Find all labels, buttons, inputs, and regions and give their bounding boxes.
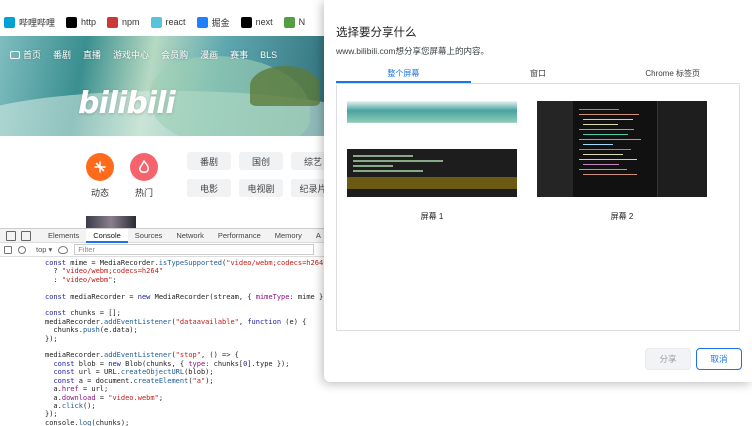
- screen-1-thumbnail[interactable]: [347, 101, 517, 197]
- nav-item-5[interactable]: 漫画: [200, 48, 218, 61]
- juejin-icon: [196, 16, 208, 28]
- screen-2-label: 屏幕 2: [610, 212, 634, 221]
- screen-root: { "bookmarks": [ {"label": "哔哩哔哩", "icon…: [0, 0, 752, 426]
- console-filter-input[interactable]: Filter: [74, 244, 315, 255]
- screen-1-label: 屏幕 1: [420, 212, 444, 221]
- dynamic-icon: [94, 161, 106, 173]
- next-icon: [240, 16, 252, 28]
- nav-item-label: 首页: [23, 50, 42, 60]
- bilibili-nav: 首页 番剧 直播 游戏中心 会员购 漫画 赛事 BLS: [0, 48, 330, 61]
- devtools-tabbar: Elements Console Sources Network Performance…: [0, 228, 330, 243]
- inspect-icon[interactable]: [6, 230, 16, 241]
- context-selector[interactable]: top ▾: [36, 245, 52, 254]
- category-tv[interactable]: 电视剧: [239, 179, 283, 197]
- home-tv-icon: [10, 51, 20, 59]
- node-icon: [283, 16, 295, 28]
- fire-icon: [139, 160, 149, 173]
- cancel-button[interactable]: 取消: [696, 348, 742, 370]
- bookmark-5[interactable]: next: [240, 16, 273, 28]
- dynamic-label: 动态: [90, 188, 109, 198]
- bookmarks-bar: 哔哩哔哩 http npm react 掘金 next N: [0, 10, 340, 34]
- bookmark-label: N: [298, 17, 306, 27]
- nav-item-2[interactable]: 直播: [83, 48, 101, 61]
- bookmark-label: 掘金: [211, 17, 230, 28]
- sidebar-toggle-icon[interactable]: [4, 245, 12, 254]
- dynamic-button[interactable]: [86, 153, 114, 181]
- nav-item-7[interactable]: BLS: [260, 50, 277, 60]
- console-code: const mime = MediaRecorder.isTypeSupport…: [45, 259, 332, 426]
- devtools-tab-4[interactable]: Performance: [211, 229, 268, 243]
- bookmark-6[interactable]: N: [283, 16, 306, 28]
- bookmark-4[interactable]: 掘金: [196, 16, 230, 29]
- devtools-tab-3[interactable]: Network: [169, 229, 211, 243]
- bookmark-label: http: [81, 17, 97, 27]
- devtools-tab-5[interactable]: Memory: [268, 229, 309, 243]
- screen-1-browser-area: [347, 101, 517, 149]
- nav-item-3[interactable]: 游戏中心: [113, 48, 149, 61]
- clear-console-icon[interactable]: [18, 245, 26, 254]
- bookmark-1[interactable]: http: [66, 16, 97, 28]
- bookmark-label: npm: [122, 17, 140, 27]
- nav-item-6[interactable]: 赛事: [230, 48, 248, 61]
- npm-icon: [107, 16, 119, 28]
- bookmark-label: 哔哩哔哩: [19, 17, 56, 28]
- category-movie[interactable]: 电影: [187, 179, 231, 197]
- screen-2-sidebar: [537, 101, 573, 197]
- banner-island: [250, 66, 320, 106]
- nav-item-label: 漫画: [200, 50, 219, 60]
- share-button[interactable]: 分享: [645, 348, 691, 370]
- bilibili-tv-icon: [4, 16, 15, 28]
- react-icon: [150, 16, 162, 28]
- nav-item-1[interactable]: 番剧: [53, 48, 71, 61]
- eye-icon[interactable]: [58, 245, 69, 254]
- tab-entire-screen[interactable]: 整个屏幕: [336, 66, 471, 83]
- hot-button[interactable]: [130, 153, 158, 181]
- nav-item-label: 番剧: [53, 50, 72, 60]
- screen-picker-panel: 屏幕 1 屏幕 2: [336, 85, 740, 331]
- tab-chrome-tab[interactable]: Chrome 标签页: [605, 66, 740, 83]
- screen-1-devtools-area: [347, 149, 517, 197]
- screen-share-dialog: 选择要分享什么 www.bilibili.com想分享您屏幕上的内容。 整个屏幕…: [324, 0, 752, 382]
- share-source-tabs: 整个屏幕 窗口 Chrome 标签页: [336, 66, 740, 84]
- screen-2-side-panel: [657, 101, 707, 197]
- device-toolbar-icon[interactable]: [21, 230, 31, 241]
- bilibili-logo[interactable]: bilibili: [78, 86, 176, 121]
- nav-item-0[interactable]: 首页: [10, 48, 41, 61]
- screen-1-warning-strip: [347, 177, 517, 189]
- dialog-subtitle: www.bilibili.com想分享您屏幕上的内容。: [336, 46, 490, 56]
- screen-2-thumbnail[interactable]: [537, 101, 707, 197]
- devtools-tab-0[interactable]: Elements: [41, 229, 86, 243]
- nav-item-label: 会员购: [161, 50, 189, 60]
- nav-item-label: 赛事: [230, 50, 249, 60]
- dialog-title: 选择要分享什么: [336, 27, 417, 39]
- category-bangumi[interactable]: 番剧: [187, 152, 231, 170]
- tab-window[interactable]: 窗口: [471, 66, 606, 83]
- devtools-panel: Elements Console Sources Network Performance…: [0, 228, 332, 426]
- devtools-tab-2[interactable]: Sources: [128, 229, 170, 243]
- bilibili-banner: 首页 番剧 直播 游戏中心 会员购 漫画 赛事 BLS bilibili: [0, 36, 330, 136]
- bookmark-3[interactable]: react: [150, 16, 186, 28]
- nav-item-label: 游戏中心: [113, 50, 150, 60]
- bookmark-label: next: [255, 17, 273, 27]
- console-toolbar: top ▾ Filter: [0, 243, 330, 257]
- bookmark-2[interactable]: npm: [107, 16, 140, 28]
- nav-item-label: BLS: [260, 49, 278, 60]
- bookmark-label: react: [165, 17, 186, 27]
- nav-item-4[interactable]: 会员购: [161, 48, 188, 61]
- mdn-icon: [66, 16, 78, 28]
- hot-label: 热门: [134, 188, 153, 198]
- devtools-tab-1[interactable]: Console: [86, 228, 128, 243]
- bookmark-0[interactable]: 哔哩哔哩: [4, 16, 55, 29]
- category-guochuang[interactable]: 国创: [239, 152, 283, 170]
- nav-item-label: 直播: [83, 50, 102, 60]
